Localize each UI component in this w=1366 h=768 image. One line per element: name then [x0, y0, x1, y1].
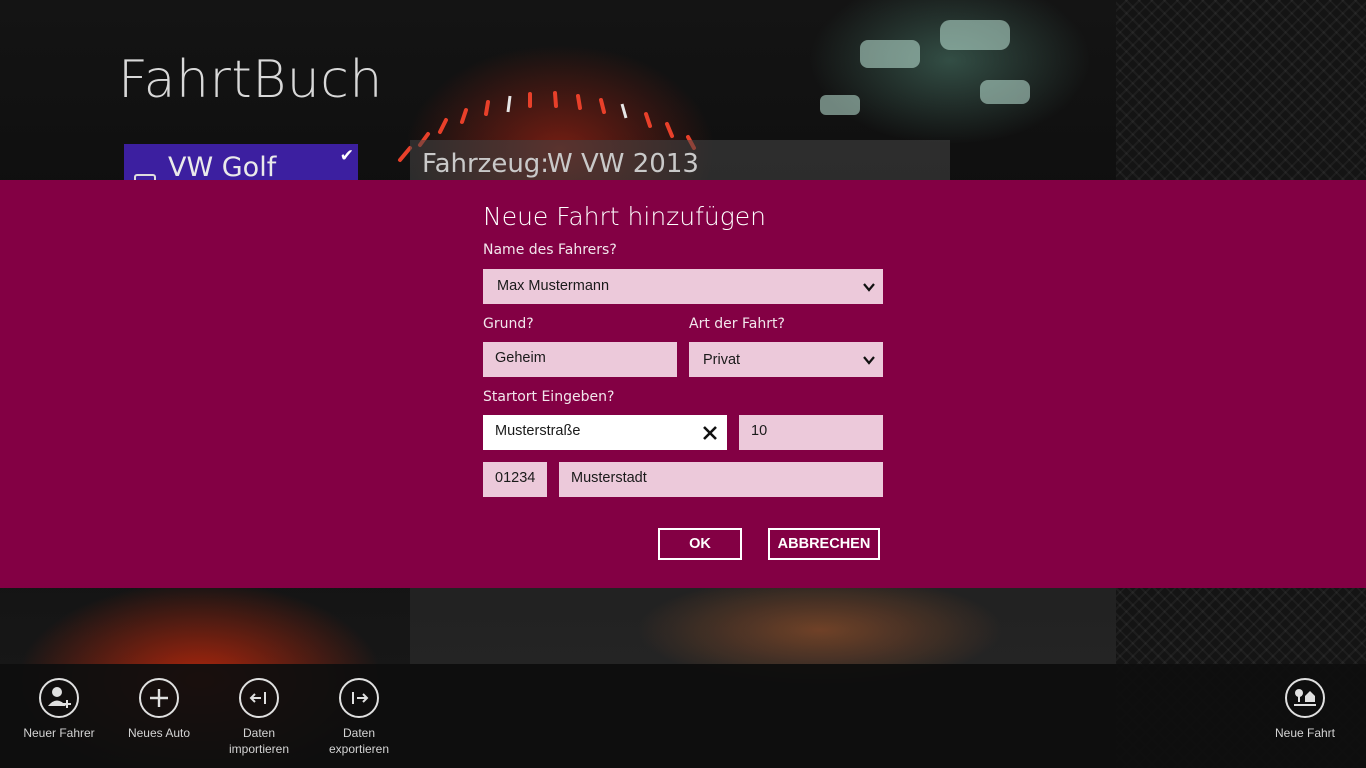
vehicle-header: Fahrzeug: W VW 2013	[410, 140, 950, 185]
reason-input[interactable]: Geheim	[483, 342, 677, 377]
export-label-line2: exportieren	[328, 742, 390, 756]
house-number-input-value: 10	[751, 423, 768, 439]
new-car-button[interactable]: Neues Auto	[109, 678, 209, 741]
chevron-down-icon	[863, 356, 875, 365]
chevron-down-icon	[863, 283, 875, 292]
import-data-label: Daten importieren	[209, 725, 309, 757]
trip-type-label: Art der Fahrt?	[689, 316, 785, 332]
zip-code-input[interactable]: 01234	[483, 462, 547, 497]
clear-text-icon[interactable]	[701, 424, 719, 442]
vehicle-value: W VW 2013	[547, 149, 699, 179]
cancel-button[interactable]: ABBRECHEN	[768, 528, 880, 560]
import-label-line2: importieren	[228, 742, 290, 756]
import-data-button[interactable]: Daten importieren	[209, 678, 309, 757]
export-icon	[339, 678, 379, 718]
new-trip-icon	[1285, 678, 1325, 718]
new-trip-label: Neue Fahrt	[1274, 726, 1336, 740]
new-trip-button[interactable]: Neue Fahrt	[1255, 678, 1355, 741]
driver-select-value: Max Mustermann	[497, 278, 610, 294]
car-name: VW Golf	[168, 152, 277, 183]
app-bar: Neuer Fahrer Neues Auto Daten importiere…	[0, 664, 1366, 768]
new-driver-button[interactable]: Neuer Fahrer	[9, 678, 109, 741]
trip-type-select-value: Privat	[703, 352, 741, 368]
driver-label: Name des Fahrers?	[483, 242, 617, 258]
import-icon	[239, 678, 279, 718]
new-trip-dialog: Neue Fahrt hinzufügen Name des Fahrers? …	[0, 180, 1366, 588]
ok-button[interactable]: OK	[658, 528, 742, 560]
city-input[interactable]: Musterstadt	[559, 462, 883, 497]
trip-list-panel	[410, 588, 1116, 664]
new-car-label: Neues Auto	[127, 726, 191, 740]
app-title: FahrtBuch	[118, 50, 383, 110]
start-location-label: Startort Eingeben?	[483, 389, 615, 405]
export-label-line1: Daten	[342, 726, 376, 740]
vehicle-label: Fahrzeug:	[422, 149, 550, 179]
add-person-icon	[39, 678, 79, 718]
export-data-button[interactable]: Daten exportieren	[309, 678, 409, 757]
house-number-input[interactable]: 10	[739, 415, 883, 450]
export-data-label: Daten exportieren	[309, 725, 409, 757]
driver-select[interactable]: Max Mustermann	[483, 269, 883, 304]
plus-icon	[139, 678, 179, 718]
reason-label: Grund?	[483, 316, 534, 332]
street-input-value: Musterstraße	[495, 423, 581, 439]
checkmark-icon: ✔	[339, 146, 354, 166]
zip-code-input-value: 01234	[495, 470, 536, 486]
import-label-line1: Daten	[242, 726, 276, 740]
trip-type-select[interactable]: Privat	[689, 342, 883, 377]
city-input-value: Musterstadt	[571, 470, 647, 486]
street-input[interactable]: Musterstraße	[483, 415, 727, 450]
reason-input-value: Geheim	[495, 350, 546, 366]
dialog-title: Neue Fahrt hinzufügen	[483, 202, 767, 231]
new-driver-label: Neuer Fahrer	[23, 726, 95, 740]
